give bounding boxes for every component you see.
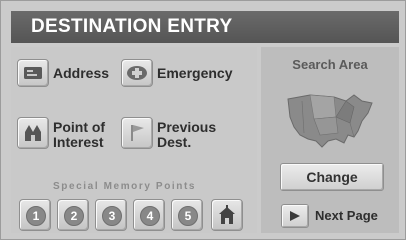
emergency-button[interactable] (121, 59, 153, 87)
memory-point-button-2[interactable]: 2 (57, 199, 89, 231)
right-arrow-icon (290, 211, 300, 221)
poi-label-line2[interactable]: Interest (53, 135, 104, 150)
special-memory-points-caption: Special Memory Points (53, 181, 197, 192)
poi-label-line1[interactable]: Point of (53, 120, 105, 135)
home-icon (219, 205, 235, 224)
page-title: DESTINATION ENTRY (11, 11, 399, 43)
address-button[interactable] (17, 59, 49, 87)
next-page-label[interactable]: Next Page (315, 208, 378, 223)
memory-point-button-1[interactable]: 1 (19, 199, 51, 231)
memory-point-button-3[interactable]: 3 (95, 199, 127, 231)
point-of-interest-button[interactable] (17, 117, 49, 149)
search-area-label: Search Area (292, 57, 368, 72)
destination-entry-screen: DESTINATION ENTRY Address Emergency Poin… (0, 0, 406, 240)
memory-point-number: 4 (140, 206, 160, 226)
memory-point-button-5[interactable]: 5 (171, 199, 203, 231)
flag-icon (131, 125, 144, 141)
memory-home-button[interactable] (211, 199, 243, 231)
memory-point-number: 1 (26, 206, 46, 226)
change-button[interactable]: Change (280, 163, 384, 191)
previous-label-line1[interactable]: Previous (157, 120, 216, 135)
memory-point-number: 5 (178, 206, 198, 226)
previous-label-line2[interactable]: Dest. (157, 135, 191, 150)
memory-point-number: 3 (102, 206, 122, 226)
emergency-icon (127, 66, 147, 80)
next-page-button[interactable] (281, 204, 309, 228)
memory-point-button-4[interactable]: 4 (133, 199, 165, 231)
memory-point-number: 2 (64, 206, 84, 226)
usa-map-icon (287, 94, 373, 148)
address-card-icon (24, 67, 42, 79)
previous-destination-button[interactable] (121, 117, 153, 149)
emergency-label[interactable]: Emergency (157, 66, 232, 81)
point-of-interest-icon (25, 125, 41, 141)
address-label[interactable]: Address (53, 66, 109, 81)
